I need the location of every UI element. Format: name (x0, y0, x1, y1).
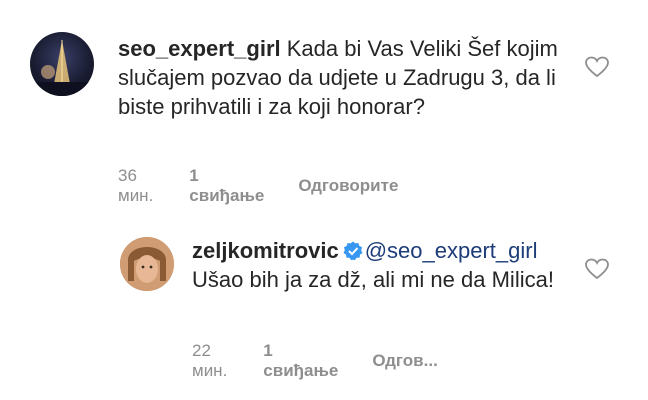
reply-button[interactable]: Одговорите (298, 176, 398, 196)
avatar[interactable] (120, 237, 174, 291)
comment-username[interactable]: zeljkomitrovic (192, 238, 339, 263)
comment-text: seo_expert_girl Kada bi Vas Veliki Šef k… (118, 34, 578, 121)
comment-meta: 22 мин. 1 свиђање Одгов... (192, 341, 438, 381)
heart-outline-icon[interactable] (585, 258, 609, 280)
mention-link[interactable]: @seo_expert_girl (365, 238, 538, 263)
verified-badge-icon (343, 239, 363, 261)
avatar[interactable] (30, 32, 94, 96)
heart-outline-icon[interactable] (585, 56, 609, 78)
comment-meta: 36 мин. 1 свиђање Одговорите (118, 166, 398, 206)
likes-count[interactable]: 1 свиђање (189, 166, 264, 206)
comment-age[interactable]: 22 мин. (192, 341, 227, 381)
reply-button[interactable]: Одгов... (372, 351, 437, 371)
comment-age[interactable]: 36 мин. (118, 166, 153, 206)
comment-text: zeljkomitrovic @seo_expert_girl Ušao bih … (192, 236, 562, 294)
likes-count[interactable]: 1 свиђање (263, 341, 338, 381)
comment-username[interactable]: seo_expert_girl (118, 36, 281, 61)
comment-body: Ušao bih ja za dž, ali mi ne da Milica! (192, 267, 554, 292)
